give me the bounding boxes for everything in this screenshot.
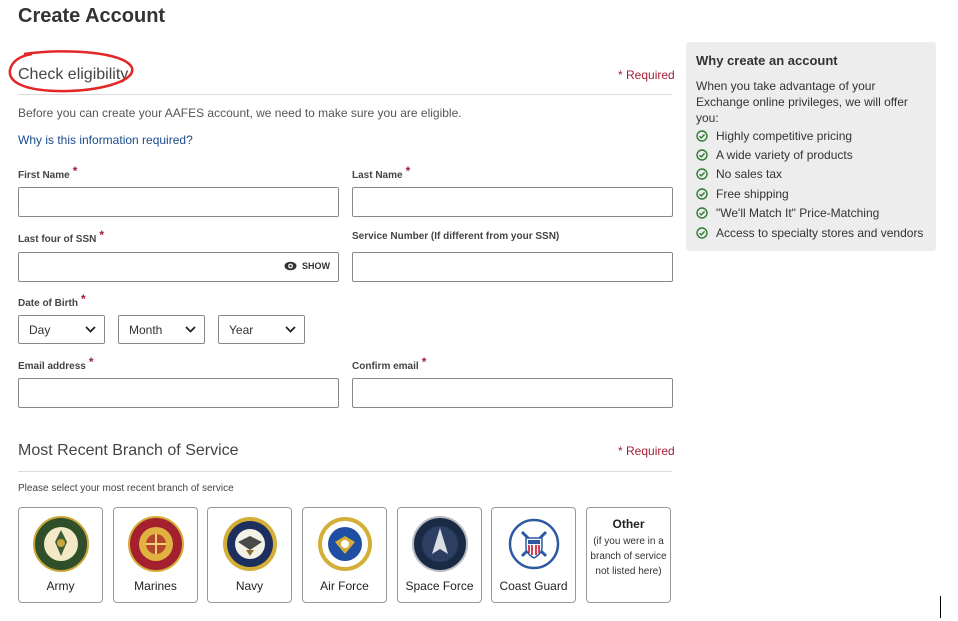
dob-month-value: Month <box>129 322 163 337</box>
show-ssn-toggle[interactable]: SHOW <box>284 261 330 271</box>
benefit-text: Highly competitive pricing <box>716 128 853 143</box>
benefit-text: "We'll Match It" Price-Matching <box>716 206 880 221</box>
eligibility-divider <box>18 94 672 95</box>
marines-seal-icon <box>127 516 184 572</box>
list-item: "We'll Match It" Price-Matching <box>696 204 923 223</box>
list-item: A wide variety of products <box>696 145 923 164</box>
chevron-down-icon <box>185 326 196 333</box>
last-name-label: Last Name * <box>352 164 411 181</box>
text-cursor <box>940 596 941 618</box>
check-circle-icon <box>696 168 708 181</box>
check-circle-icon <box>696 149 708 161</box>
list-item: Highly competitive pricing <box>696 126 923 145</box>
service-number-input[interactable] <box>352 252 673 282</box>
branch-option-army[interactable]: Army <box>18 507 103 603</box>
confirm-email-input[interactable] <box>352 378 673 408</box>
branch-label-army: Army <box>46 579 75 593</box>
sidebar-title: Why create an account <box>696 53 838 68</box>
branch-label-space-force: Space Force <box>405 579 474 593</box>
page-title: Create Account <box>18 5 166 27</box>
benefits-list: Highly competitive pricing A wide variet… <box>696 126 923 242</box>
benefit-text: No sales tax <box>716 167 783 182</box>
branch-prompt: Please select your most recent branch of… <box>18 483 234 494</box>
branch-option-navy[interactable]: Navy <box>207 507 292 603</box>
dob-year-value: Year <box>229 322 254 337</box>
show-ssn-label: SHOW <box>302 261 330 271</box>
annotation-circle <box>8 50 134 93</box>
eligibility-required-note: * Required <box>618 68 675 82</box>
eye-icon <box>284 261 297 271</box>
chevron-down-icon <box>285 326 296 333</box>
list-item: Free shipping <box>696 184 923 203</box>
dob-label: Date of Birth * <box>18 292 86 309</box>
confirm-email-label: Confirm email * <box>352 355 427 372</box>
benefit-text: A wide variety of products <box>716 148 853 163</box>
check-circle-icon <box>696 226 708 239</box>
first-name-label: First Name * <box>18 164 78 181</box>
space-force-seal-icon <box>411 516 468 572</box>
branch-divider <box>18 471 672 472</box>
check-circle-icon <box>696 188 708 200</box>
last-name-input[interactable] <box>352 187 673 217</box>
ssn-label: Last four of SSN * <box>18 228 105 245</box>
benefit-text: Free shipping <box>716 186 789 201</box>
coast-guard-seal-icon <box>508 518 559 570</box>
why-create-account-panel: Why create an account When you take adva… <box>686 42 936 251</box>
branch-other-title: Other <box>612 517 645 531</box>
branch-option-space-force[interactable]: Space Force <box>397 507 482 603</box>
why-required-link[interactable]: Why is this information required? <box>18 133 193 147</box>
dob-day-select[interactable]: Day <box>18 315 105 344</box>
dob-year-select[interactable]: Year <box>218 315 305 344</box>
check-circle-icon <box>696 207 708 219</box>
dob-day-value: Day <box>29 322 51 337</box>
branch-option-coast-guard[interactable]: Coast Guard <box>491 507 576 603</box>
branch-required-note: * Required <box>618 444 675 458</box>
branch-option-other[interactable]: Other (if you were in a branch of servic… <box>586 507 671 603</box>
email-label: Email address * <box>18 355 94 372</box>
eligibility-intro: Before you can create your AAFES account… <box>18 106 462 120</box>
list-item: No sales tax <box>696 165 923 184</box>
navy-seal-icon <box>222 517 277 571</box>
branch-option-marines[interactable]: Marines <box>113 507 198 603</box>
branch-label-navy: Navy <box>235 579 264 593</box>
chevron-down-icon <box>85 326 96 333</box>
air-force-seal-icon <box>317 517 372 571</box>
sidebar-description: When you take advantage of your Exchange… <box>696 79 908 125</box>
email-input[interactable] <box>18 378 339 408</box>
check-circle-icon <box>696 129 708 142</box>
service-number-label: Service Number (If different from your S… <box>352 231 560 242</box>
list-item: Access to specialty stores and vendors <box>696 223 923 242</box>
branch-label-coast-guard: Coast Guard <box>499 579 568 593</box>
army-seal-icon <box>32 516 89 572</box>
branch-other-description: (if you were in a branch of service not … <box>590 536 667 577</box>
branch-title: Most Recent Branch of Service <box>18 442 239 459</box>
branch-label-air-force: Air Force <box>320 579 369 593</box>
benefit-text: Access to specialty stores and vendors <box>716 225 924 240</box>
dob-month-select[interactable]: Month <box>118 315 205 344</box>
branch-label-marines: Marines <box>134 579 177 593</box>
branch-option-air-force[interactable]: Air Force <box>302 507 387 603</box>
first-name-input[interactable] <box>18 187 339 217</box>
